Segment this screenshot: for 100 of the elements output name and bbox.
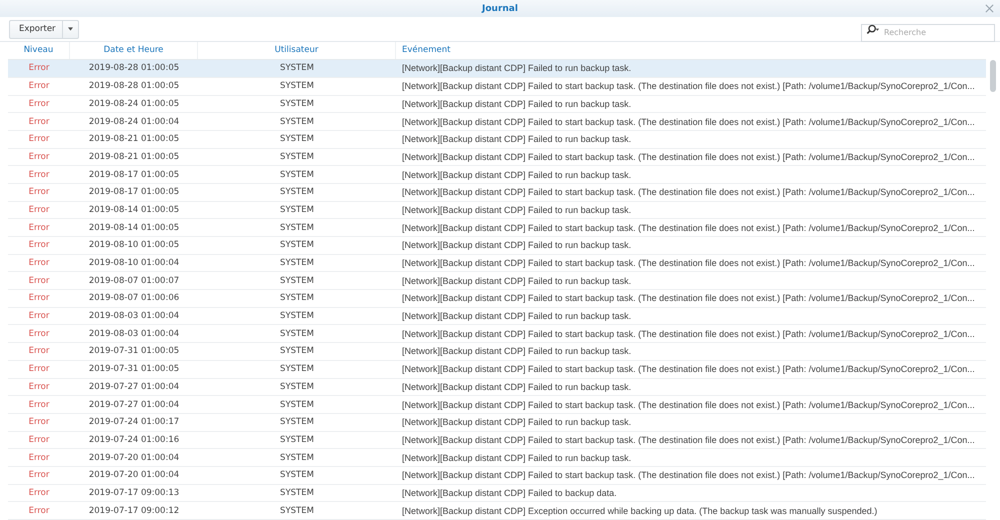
level-cell: Error: [28, 293, 50, 304]
level-cell: Error: [28, 63, 50, 74]
table-row[interactable]: Error 2019-08-10 01:00:04 SYSTEM [Network][Backup distant CDP] Failed to start backup task. (The destination file does not exist.) [Path: /volume1/Backup/SynoCorepro2_1/Con...: [8, 254, 986, 272]
window-title: Journal: [482, 4, 518, 14]
event-cell: [Network][Backup distant CDP] Exception occurred while backing up data. (The backup task was manually suspended.): [402, 506, 878, 516]
scrollbar[interactable]: [990, 60, 996, 92]
search-field[interactable]: Recherche: [861, 24, 995, 42]
level-cell: Error: [28, 276, 50, 286]
event-cell: [Network][Backup distant CDP] Failed to start backup task. (The destination file does not exist.) [Path: /volume1/Backup/SynoCorepro2_1/Con...: [402, 293, 975, 304]
date-cell: 2019-08-07 01:00:07: [88, 276, 180, 286]
table-row[interactable]: Error 2019-08-03 01:00:04 SYSTEM [Network][Backup distant CDP] Failed to run backup task.: [8, 308, 986, 326]
column-header[interactable]: Evénement: [396, 42, 986, 60]
level-cell: Error: [28, 470, 50, 480]
event-cell: [Network][Backup distant CDP] Failed to run backup task.: [402, 346, 632, 356]
user-cell: SYSTEM: [280, 222, 314, 233]
table-row[interactable]: Error 2019-08-14 01:00:05 SYSTEM [Network][Backup distant CDP] Failed to start backup task. (The destination file does not exist.) [Path: /volume1/Backup/SynoCorepro2_1/Con...: [8, 219, 986, 237]
table-row[interactable]: Error 2019-08-07 01:00:07 SYSTEM [Network][Backup distant CDP] Failed to run backup task.: [8, 272, 986, 290]
user-cell: SYSTEM: [280, 152, 314, 162]
user-cell: SYSTEM: [280, 488, 314, 498]
table-row[interactable]: Error 2019-07-17 09:00:13 SYSTEM [Network][Backup distant CDP] Failed to backup data.: [8, 484, 986, 502]
date-cell: 2019-07-31 01:00:05: [88, 346, 180, 356]
user-cell: SYSTEM: [280, 204, 314, 215]
user-cell: SYSTEM: [280, 240, 314, 250]
level-cell: Error: [28, 311, 50, 322]
level-cell: Error: [28, 400, 50, 410]
date-cell: 2019-08-17 01:00:05: [88, 170, 180, 180]
table-row[interactable]: Error 2019-08-17 01:00:05 SYSTEM [Network][Backup distant CDP] Failed to run backup task.: [8, 166, 986, 184]
export-button[interactable]: Exporter: [9, 20, 79, 39]
table-row[interactable]: Error 2019-07-27 01:00:04 SYSTEM [Network][Backup distant CDP] Failed to run backup task.: [8, 378, 986, 396]
table-row[interactable]: Error 2019-07-24 01:00:17 SYSTEM [Network][Backup distant CDP] Failed to run backup task.: [8, 414, 986, 432]
table-row[interactable]: Error 2019-07-20 01:00:04 SYSTEM [Network][Backup distant CDP] Failed to start backup task. (The destination file does not exist.) [Path: /volume1/Backup/SynoCorepro2_1/Con...: [8, 466, 986, 485]
event-cell: [Network][Backup distant CDP] Failed to start backup task. (The destination file does not exist.) [Path: /volume1/Backup/SynoCorepro2_1/Con...: [402, 152, 975, 162]
table-row[interactable]: Error 2019-07-31 01:00:05 SYSTEM [Network][Backup distant CDP] Failed to run backup task.: [8, 343, 986, 361]
date-cell: 2019-08-21 01:00:05: [88, 152, 180, 162]
table-row[interactable]: Error 2019-08-24 01:00:04 SYSTEM [Network][Backup distant CDP] Failed to start backup task. (The destination file does not exist.) [Path: /volume1/Backup/SynoCorepro2_1/Con...: [8, 113, 986, 131]
column-header[interactable]: Niveau: [8, 42, 70, 60]
user-cell: SYSTEM: [280, 346, 314, 356]
level-cell: Error: [28, 116, 50, 127]
level-cell: Error: [28, 506, 50, 516]
event-cell: [Network][Backup distant CDP] Failed to run backup task.: [402, 382, 632, 392]
caret-icon[interactable]: [68, 27, 73, 32]
user-cell: SYSTEM: [280, 63, 314, 74]
date-cell: 2019-08-17 01:00:05: [88, 187, 180, 198]
user-cell: SYSTEM: [280, 452, 314, 463]
user-cell: SYSTEM: [280, 134, 314, 144]
event-cell: [Network][Backup distant CDP] Failed to start backup task. (The destination file does not exist.) [Path: /volume1/Backup/SynoCorepro2_1/Con...: [402, 81, 975, 92]
level-cell: Error: [28, 134, 50, 144]
user-cell: SYSTEM: [280, 417, 314, 428]
event-cell: [Network][Backup distant CDP] Failed to start backup task. (The destination file does not exist.) [Path: /volume1/Backup/SynoCorepro2_1/Con...: [402, 434, 975, 445]
table-row[interactable]: Error 2019-08-28 01:00:05 SYSTEM [Network][Backup distant CDP] Failed to run backup task.: [8, 60, 986, 78]
event-cell: [Network][Backup distant CDP] Failed to run backup task.: [402, 63, 632, 74]
table-row[interactable]: Error 2019-08-28 01:00:05 SYSTEM [Network][Backup distant CDP] Failed to start backup task. (The destination file does not exist.) [Path: /volume1/Backup/SynoCorepro2_1/Con...: [8, 78, 986, 96]
table-row[interactable]: Error 2019-08-21 01:00:05 SYSTEM [Network][Backup distant CDP] Failed to start backup task. (The destination file does not exist.) [Path: /volume1/Backup/SynoCorepro2_1/Con...: [8, 148, 986, 166]
table-row[interactable]: Error 2019-08-17 01:00:05 SYSTEM [Network][Backup distant CDP] Failed to start backup task. (The destination file does not exist.) [Path: /volume1/Backup/SynoCorepro2_1/Con...: [8, 184, 986, 202]
level-cell: Error: [28, 382, 50, 392]
column-header[interactable]: Date et Heure: [70, 42, 198, 60]
table-row[interactable]: Error 2019-07-31 01:00:05 SYSTEM [Network][Backup distant CDP] Failed to start backup task. (The destination file does not exist.) [Path: /volume1/Backup/SynoCorepro2_1/Con...: [8, 360, 986, 378]
user-cell: SYSTEM: [280, 506, 314, 516]
table-row[interactable]: Error 2019-08-24 01:00:05 SYSTEM [Network][Backup distant CDP] Failed to run backup task.: [8, 96, 986, 114]
table-row[interactable]: Error 2019-08-03 01:00:04 SYSTEM [Network][Backup distant CDP] Failed to start backup task. (The destination file does not exist.) [Path: /volume1/Backup/SynoCorepro2_1/Con...: [8, 325, 986, 344]
event-cell: [Network][Backup distant CDP] Failed to backup data.: [402, 488, 617, 498]
user-cell: SYSTEM: [280, 276, 314, 286]
table-row[interactable]: Error 2019-07-24 01:00:16 SYSTEM [Network][Backup distant CDP] Failed to start backup task. (The destination file does not exist.) [Path: /volume1/Backup/SynoCorepro2_1/Con...: [8, 432, 986, 450]
table-row[interactable]: Error 2019-07-27 01:00:04 SYSTEM [Network][Backup distant CDP] Failed to start backup task. (The destination file does not exist.) [Path: /volume1/Backup/SynoCorepro2_1/Con...: [8, 396, 986, 414]
level-cell: Error: [28, 434, 50, 445]
level-cell: Error: [28, 222, 50, 233]
level-cell: Error: [28, 170, 50, 180]
date-cell: 2019-07-24 01:00:17: [88, 417, 180, 428]
user-cell: SYSTEM: [280, 98, 314, 109]
level-cell: Error: [28, 417, 50, 428]
event-cell: [Network][Backup distant CDP] Failed to start backup task. (The destination file does not exist.) [Path: /volume1/Backup/SynoCorepro2_1/Con...: [402, 187, 975, 198]
event-cell: [Network][Backup distant CDP] Failed to run backup task.: [402, 204, 632, 215]
date-cell: 2019-07-17 09:00:13: [88, 488, 180, 498]
date-cell: 2019-07-24 01:00:16: [88, 434, 180, 445]
event-cell: [Network][Backup distant CDP] Failed to start backup task. (The destination file does not exist.) [Path: /volume1/Backup/SynoCorepro2_1/Con...: [402, 364, 975, 374]
table-row[interactable]: Error 2019-08-14 01:00:05 SYSTEM [Network][Backup distant CDP] Failed to run backup task.: [8, 202, 986, 220]
table-row[interactable]: Error 2019-07-20 01:00:04 SYSTEM [Network][Backup distant CDP] Failed to run backup task.: [8, 449, 986, 467]
date-cell: 2019-07-27 01:00:04: [88, 382, 180, 392]
close-icon[interactable]: [985, 4, 994, 13]
level-cell: Error: [28, 258, 50, 268]
event-cell: [Network][Backup distant CDP] Failed to start backup task. (The destination file does not exist.) [Path: /volume1/Backup/SynoCorepro2_1/Con...: [402, 328, 975, 339]
user-cell: SYSTEM: [280, 382, 314, 392]
level-cell: Error: [28, 488, 50, 498]
level-cell: Error: [28, 98, 50, 109]
date-cell: 2019-08-24 01:00:04: [88, 116, 180, 127]
level-cell: Error: [28, 152, 50, 162]
date-cell: 2019-08-14 01:00:05: [88, 204, 180, 215]
event-cell: [Network][Backup distant CDP] Failed to run backup task.: [402, 417, 632, 428]
table-row[interactable]: Error 2019-08-10 01:00:05 SYSTEM [Network][Backup distant CDP] Failed to run backup task.: [8, 237, 986, 255]
user-cell: SYSTEM: [280, 258, 314, 268]
user-cell: SYSTEM: [280, 470, 314, 480]
table-row[interactable]: Error 2019-07-17 09:00:12 SYSTEM [Network][Backup distant CDP] Exception occurred while backing up data. (The backup task was manually suspended.): [8, 502, 986, 520]
level-cell: Error: [28, 364, 50, 374]
event-cell: [Network][Backup distant CDP] Failed to run backup task.: [402, 98, 632, 109]
date-cell: 2019-08-03 01:00:04: [88, 328, 180, 339]
table-row[interactable]: Error 2019-08-07 01:00:06 SYSTEM [Network][Backup distant CDP] Failed to start backup task. (The destination file does not exist.) [Path: /volume1/Backup/SynoCorepro2_1/Con...: [8, 290, 986, 308]
user-cell: SYSTEM: [280, 364, 314, 374]
table-row[interactable]: Error 2019-08-21 01:00:05 SYSTEM [Network][Backup distant CDP] Failed to run backup task.: [8, 130, 986, 149]
column-header[interactable]: Utilisateur: [198, 42, 396, 60]
event-cell: [Network][Backup distant CDP] Failed to run backup task.: [402, 311, 632, 322]
